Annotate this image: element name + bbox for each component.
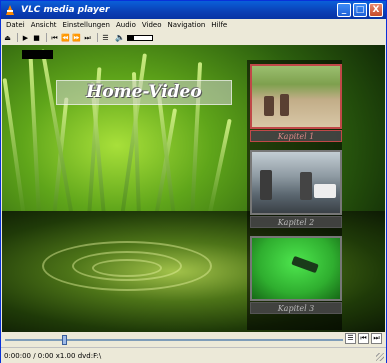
chapter-item-1[interactable]: Kapitel 1 [250,64,342,142]
window-controls: _ □ X [337,3,383,17]
menu-bar: Datei Ansicht Einstellungen Audio Video … [1,19,386,31]
close-button[interactable]: X [369,3,383,17]
rewind-icon[interactable]: ⏪ [61,33,70,43]
dvd-menu-title: Home-Video [86,82,202,102]
volume-fill [127,35,134,40]
seek-track[interactable] [5,339,343,341]
diver-figure [291,255,319,274]
menu-audio[interactable]: Audio [113,21,139,29]
speaker-icon[interactable]: 🔈 [115,33,125,42]
vlc-window: VLC media player _ □ X Datei Ansicht Ein… [0,0,387,363]
vlc-cone-icon [4,4,17,17]
toolbar-separator [46,33,47,42]
fast-forward-icon[interactable]: ⏩ [72,33,81,43]
chapter-item-2[interactable]: Kapitel 2 [250,150,342,228]
maximize-button[interactable]: □ [353,3,367,17]
stop-icon[interactable]: ■ [32,33,41,43]
ripple [42,241,212,292]
menu-ansicht[interactable]: Ansicht [28,21,60,29]
chapter-thumbnail[interactable] [250,236,342,301]
person-figure [264,96,274,116]
toolbar-separator [17,33,18,42]
person-figure [300,172,312,200]
control-toolbar: ⏏ ▶ ■ ⏮ ⏪ ⏩ ⏭ ☰ 🔈 [1,31,386,44]
grass-blade [28,57,41,218]
playlist-icon[interactable]: ☰ [101,33,110,43]
menu-hilfe[interactable]: Hilfe [208,21,230,29]
playlist-button[interactable]: ☰ [345,333,356,344]
play-icon[interactable]: ▶ [21,33,30,43]
toolbar-separator [97,33,98,42]
minimize-button[interactable]: _ [337,3,351,17]
seek-slider-handle[interactable] [62,335,68,345]
title-bar[interactable]: VLC media player _ □ X [1,1,386,19]
chapter-thumbnail[interactable] [250,150,342,215]
bottom-buttons: ☰ ⏮ ⏭ [345,333,382,344]
menu-video[interactable]: Video [139,21,165,29]
chapter-item-3[interactable]: Kapitel 3 [250,236,342,314]
next-icon[interactable]: ⏭ [83,33,92,43]
table-object [314,184,336,198]
seek-bar-area: ☰ ⏮ ⏭ [1,332,386,346]
chapter-label[interactable]: Kapitel 1 [250,130,342,142]
menu-einstellungen[interactable]: Einstellungen [60,21,113,29]
menu-navigation[interactable]: Navigation [165,21,209,29]
person-figure [280,94,289,116]
next-chapter-button[interactable]: ⏭ [371,333,382,344]
menu-datei[interactable]: Datei [3,21,28,29]
previous-chapter-button[interactable]: ⏮ [358,333,369,344]
grass-blade [207,118,232,218]
eject-icon[interactable]: ⏏ [3,33,12,43]
grass-blade [2,78,26,218]
status-text: 0:00:00 / 0:00 x1.00 dvd:F:\ [4,351,102,360]
resize-grip[interactable] [376,353,384,361]
volume-slider[interactable] [126,34,153,41]
chapter-label[interactable]: Kapitel 3 [250,302,342,314]
chapter-thumbnail[interactable] [250,64,342,129]
window-title: VLC media player [21,5,110,15]
previous-icon[interactable]: ⏮ [50,33,59,43]
chapter-label[interactable]: Kapitel 2 [250,216,342,228]
video-area[interactable]: Home-Video Kapitel 1 Kapitel 2 Kapitel 3 [2,45,385,332]
volume-control[interactable]: 🔈 [115,33,153,42]
black-overlay-block [22,50,53,59]
person-figure [260,170,272,200]
dvd-menu-title-plate: Home-Video [56,80,232,105]
status-bar: 0:00:00 / 0:00 x1.00 dvd:F:\ [1,347,386,363]
